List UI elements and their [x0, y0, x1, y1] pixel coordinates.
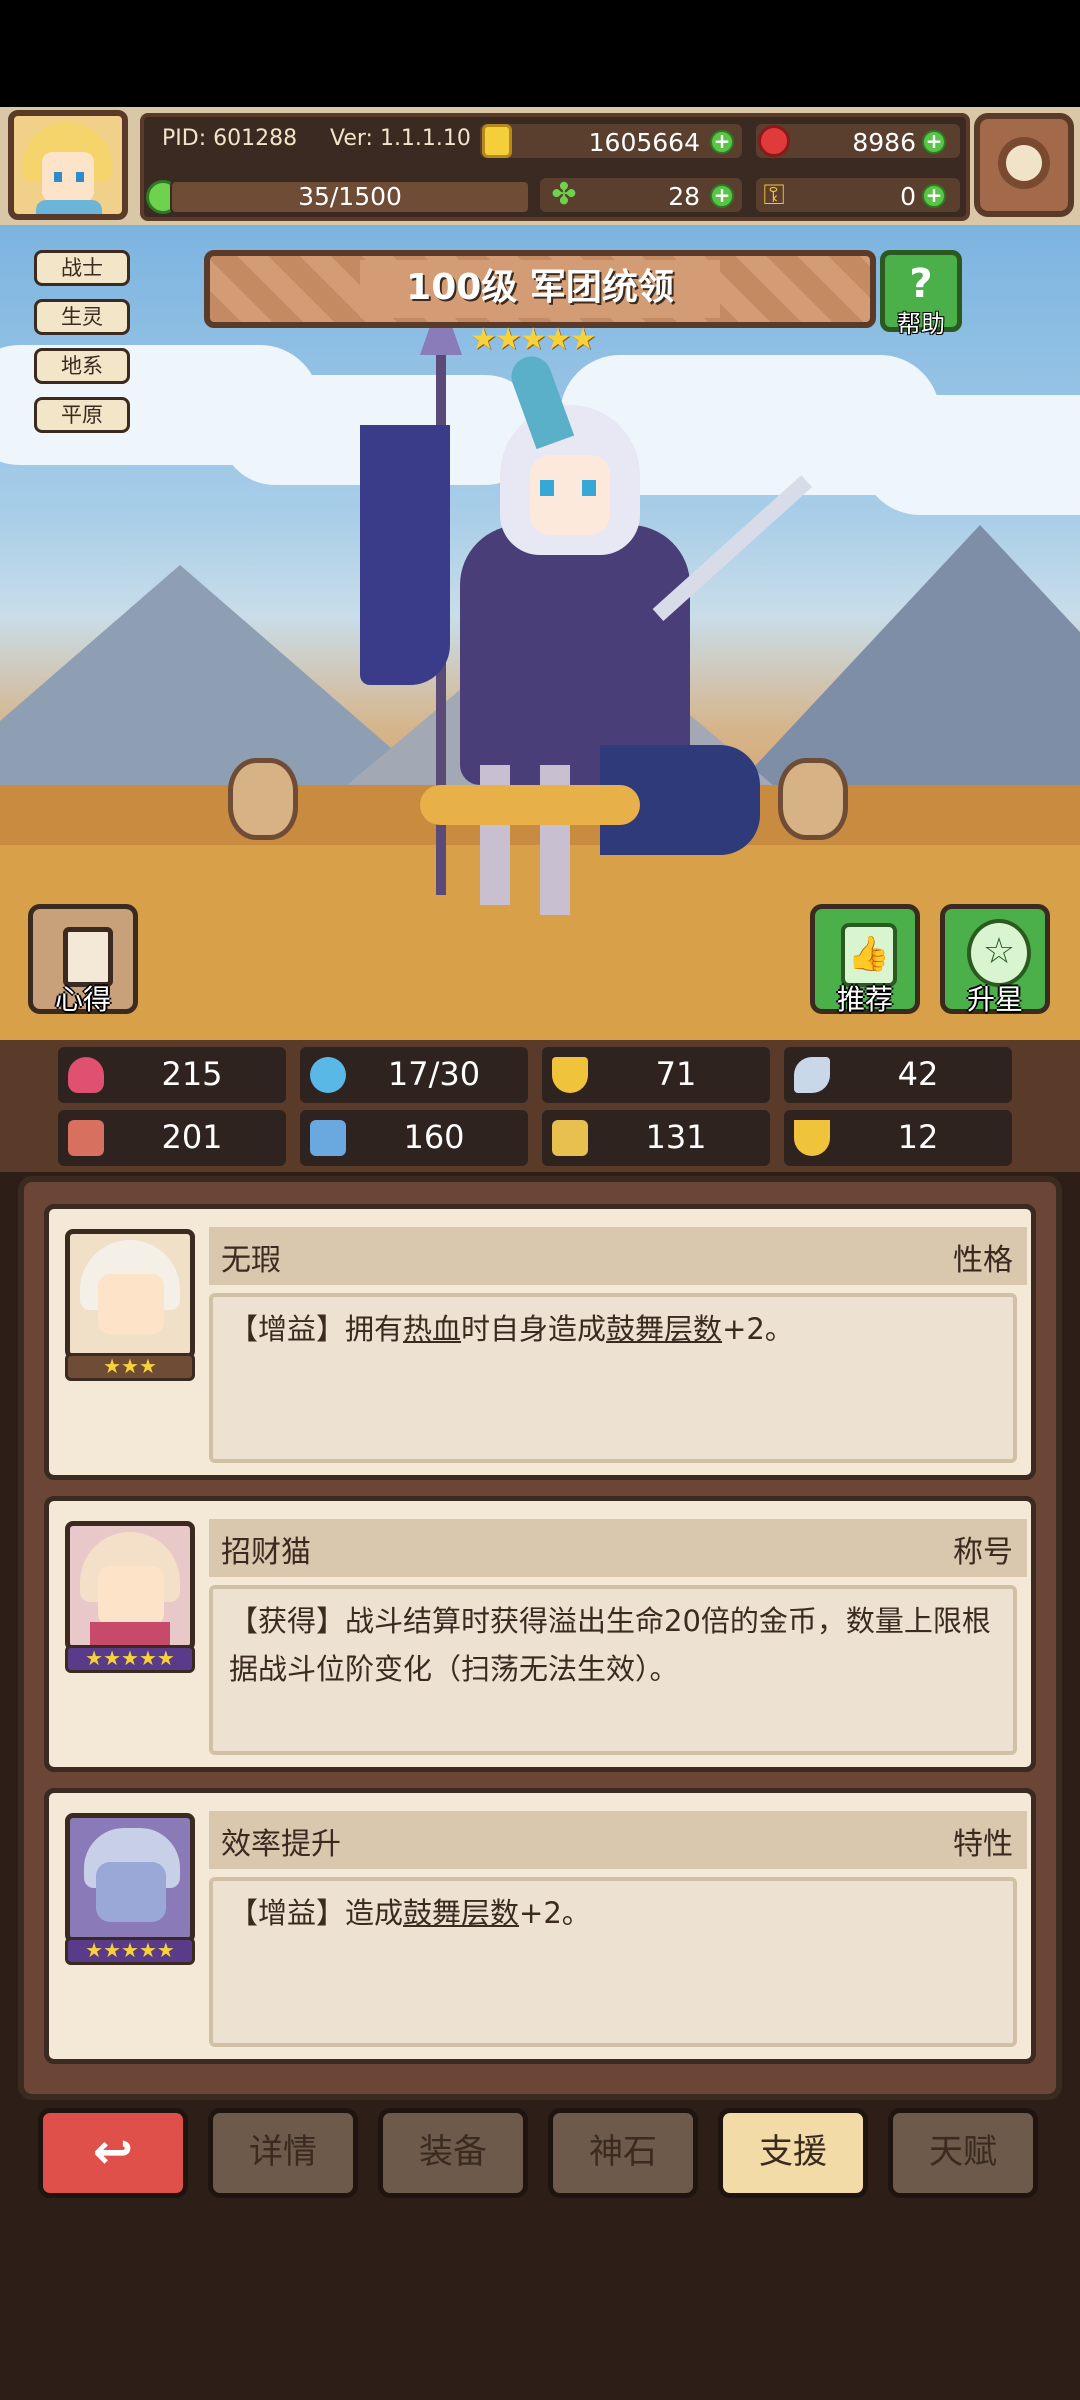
support-card-title[interactable]: 招财猫 称号 【获得】战斗结算时获得溢出生命20倍的金币，数量上限根据战斗位阶变… — [44, 1496, 1036, 1772]
card-title: 招财猫 — [221, 1535, 311, 1570]
energy-value: 35/1500 — [298, 182, 402, 211]
stat-hp: 215 — [58, 1047, 286, 1103]
hero-stars: ★★★★★ — [470, 322, 596, 357]
hero-banner — [360, 425, 450, 685]
card-category: 性格 — [953, 1243, 1013, 1278]
water-drop-icon — [310, 1057, 346, 1093]
clover-icon: ✤ — [551, 177, 577, 212]
clover-value: 28 — [668, 182, 700, 211]
portrait-wuxia — [65, 1229, 195, 1359]
gold-coin-icon — [482, 124, 512, 158]
upstar-label: 升星 — [966, 983, 1023, 1016]
hero-title: 100级 军团统领 — [406, 267, 674, 308]
settings-gear-icon[interactable] — [974, 113, 1074, 217]
help-label: 帮助 — [897, 310, 945, 338]
boot-icon — [552, 1120, 588, 1156]
stat-attack: 201 — [58, 1110, 286, 1166]
ruby-icon — [758, 125, 790, 157]
card-description: 【增益】造成鼓舞层数+2。 — [229, 1896, 591, 1930]
add-gold-button[interactable]: + — [710, 130, 734, 154]
portrait-stars: ★★★★★ — [65, 1645, 195, 1673]
version-label: Ver: 1.1.1.10 — [330, 126, 471, 151]
ruby-value: 8986 — [852, 128, 916, 157]
next-hero-arrow-icon[interactable] — [778, 758, 848, 840]
tag-warrior[interactable]: 战士 — [34, 250, 130, 286]
stat-luck: 12 — [784, 1110, 1012, 1166]
book-icon — [310, 1120, 346, 1156]
fist-icon — [68, 1120, 104, 1156]
wing-icon — [794, 1057, 830, 1093]
card-title: 效率提升 — [221, 1827, 341, 1862]
tag-creature[interactable]: 生灵 — [34, 299, 130, 335]
heart-icon — [68, 1057, 104, 1093]
tab-talent[interactable]: 天赋 — [888, 2108, 1038, 2198]
tab-details[interactable]: 详情 — [208, 2108, 358, 2198]
add-clover-button[interactable]: + — [710, 184, 734, 208]
gold-value: 1605664 — [588, 128, 700, 157]
support-card-personality[interactable]: 无瑕 性格 【增益】拥有热血时自身造成鼓舞层数+2。 ★★★ — [44, 1204, 1036, 1480]
support-card-trait[interactable]: 效率提升 特性 【增益】造成鼓舞层数+2。 ★★★★★ — [44, 1788, 1036, 2064]
stat-speed: 42 — [784, 1047, 1012, 1103]
back-button[interactable]: ↩ — [38, 2108, 188, 2198]
stat-boot: 131 — [542, 1110, 770, 1166]
shield-icon — [552, 1057, 588, 1093]
portrait-zhaocaimao — [65, 1521, 195, 1651]
horseshoe-icon — [794, 1120, 830, 1156]
add-key-button[interactable]: + — [922, 184, 946, 208]
insight-label: 心得 — [54, 983, 111, 1016]
star-icon: ☆ — [967, 919, 1031, 987]
tag-earth[interactable]: 地系 — [34, 348, 130, 384]
player-avatar[interactable] — [8, 110, 128, 220]
stat-defense: 71 — [542, 1047, 770, 1103]
tag-plains[interactable]: 平原 — [34, 397, 130, 433]
card-description: 【增益】拥有热血时自身造成鼓舞层数+2。 — [229, 1312, 794, 1346]
key-value: 0 — [900, 182, 916, 211]
prev-hero-arrow-icon[interactable] — [228, 758, 298, 840]
portrait-xiaolv — [65, 1813, 195, 1943]
portrait-stars: ★★★ — [65, 1353, 195, 1381]
return-arrow-icon: ↩ — [92, 2124, 134, 2180]
recommend-label: 推荐 — [836, 983, 893, 1016]
stat-magic: 160 — [300, 1110, 528, 1166]
card-title: 无瑕 — [221, 1243, 281, 1278]
card-category: 特性 — [953, 1827, 1013, 1862]
key-icon: ⚿ — [763, 178, 785, 211]
stat-mana: 17/30 — [300, 1047, 528, 1103]
player-id: PID: 601288 — [162, 126, 298, 151]
card-category: 称号 — [953, 1535, 1013, 1570]
tab-equipment[interactable]: 装备 — [378, 2108, 528, 2198]
status-bar-area — [0, 0, 1080, 107]
card-description: 【获得】战斗结算时获得溢出生命20倍的金币，数量上限根据战斗位阶变化（扫荡无法生… — [229, 1604, 991, 1686]
portrait-stars: ★★★★★ — [65, 1937, 195, 1965]
tab-support[interactable]: 支援 — [718, 2108, 868, 2198]
tab-godstone[interactable]: 神石 — [548, 2108, 698, 2198]
add-ruby-button[interactable]: + — [922, 130, 946, 154]
